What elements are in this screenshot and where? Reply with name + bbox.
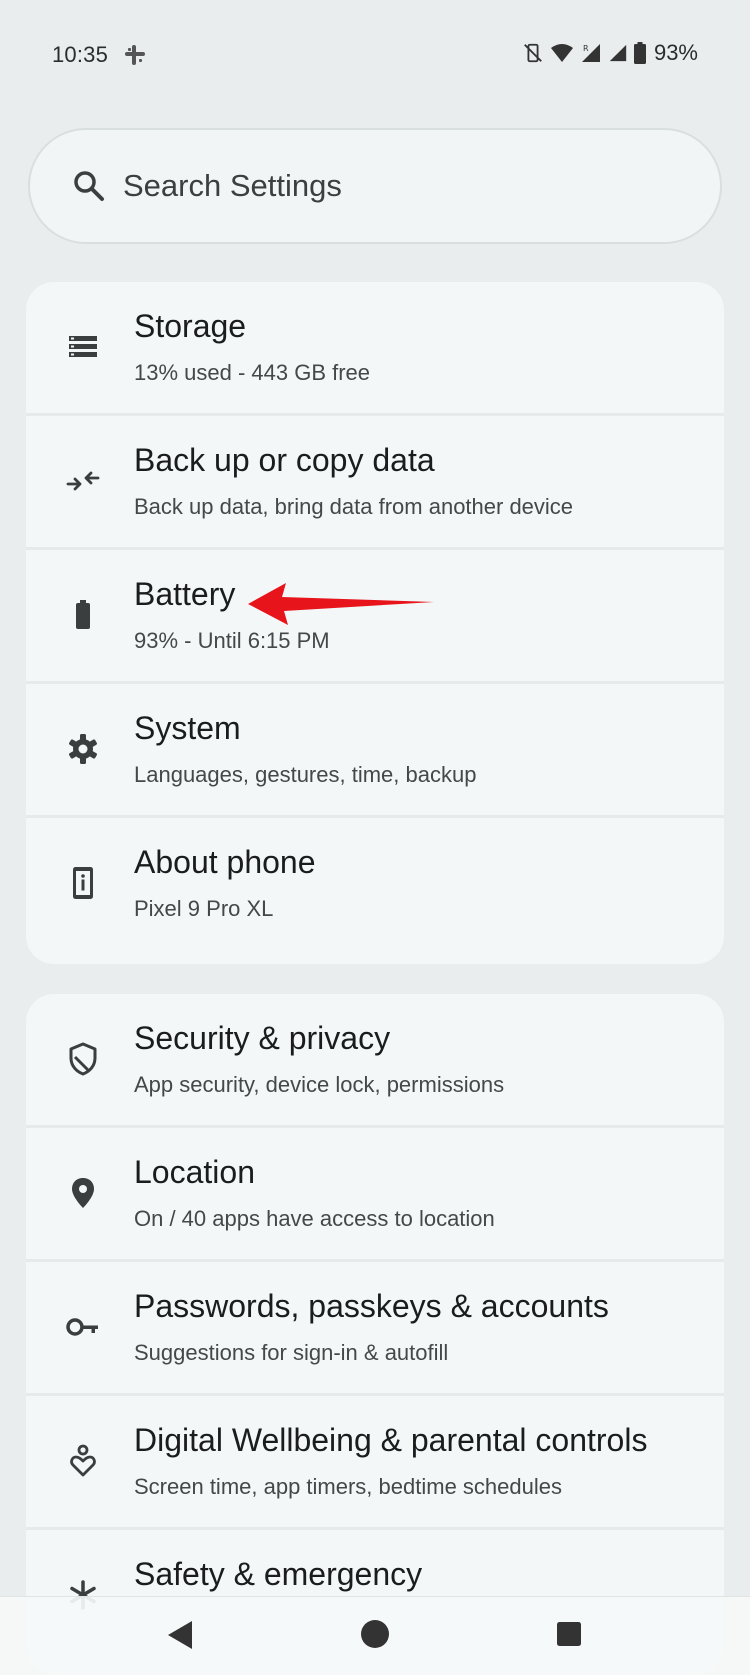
location-subtitle: On / 40 apps have access to location xyxy=(134,1206,495,1231)
annotation-arrow xyxy=(248,583,434,625)
about-phone-subtitle: Pixel 9 Pro XL xyxy=(134,896,274,921)
battery-percent: 93% xyxy=(653,40,698,65)
battery-subtitle: 93% - Until 6:15 PM xyxy=(134,628,330,653)
signal-icon xyxy=(608,43,628,63)
gear-icon xyxy=(64,730,102,768)
settings-item-location[interactable]: Location On / 40 apps have access to loc… xyxy=(26,1128,724,1262)
home-icon[interactable] xyxy=(360,1619,390,1649)
settings-item-about-phone[interactable]: About phone Pixel 9 Pro XL xyxy=(26,818,724,952)
settings-item-backup[interactable]: Back up or copy data Back up data, bring… xyxy=(26,416,724,550)
about-phone-title: About phone xyxy=(134,844,316,880)
wellbeing-subtitle: Screen time, app timers, bedtime schedul… xyxy=(134,1474,562,1499)
backup-title: Back up or copy data xyxy=(134,442,435,478)
passwords-title: Passwords, passkeys & accounts xyxy=(134,1288,609,1324)
recents-icon[interactable] xyxy=(556,1621,582,1647)
settings-item-digital-wellbeing[interactable]: Digital Wellbeing & parental controls Sc… xyxy=(26,1396,724,1530)
settings-item-passwords[interactable]: Passwords, passkeys & accounts Suggestio… xyxy=(26,1262,724,1396)
safety-title: Safety & emergency xyxy=(134,1556,423,1592)
status-bar: 10:35 R 93% xyxy=(0,0,750,110)
system-subtitle: Languages, gestures, time, backup xyxy=(134,762,477,787)
svg-text:R: R xyxy=(583,44,589,53)
search-placeholder[interactable]: Search Settings xyxy=(123,168,342,204)
battery-icon xyxy=(633,42,646,64)
settings-item-security-privacy[interactable]: Security & privacy App security, device … xyxy=(26,994,724,1128)
shield-icon xyxy=(64,1040,102,1078)
settings-group-privacy: Security & privacy App security, device … xyxy=(26,994,724,1674)
backup-transfer-icon xyxy=(64,462,102,500)
search-bar[interactable]: Search Settings xyxy=(28,128,722,244)
system-title: System xyxy=(134,710,241,746)
phone-info-icon xyxy=(64,864,102,902)
navigation-bar xyxy=(0,1596,750,1675)
security-title: Security & privacy xyxy=(134,1020,391,1056)
battery-title: Battery xyxy=(134,576,236,612)
location-title: Location xyxy=(134,1154,255,1190)
storage-subtitle: 13% used - 443 GB free xyxy=(134,360,371,385)
status-time: 10:35 xyxy=(52,42,109,67)
slack-icon xyxy=(124,44,146,66)
backup-subtitle: Back up data, bring data from another de… xyxy=(134,494,574,519)
wellbeing-icon xyxy=(64,1442,102,1480)
settings-item-storage[interactable]: Storage 13% used - 443 GB free xyxy=(26,282,724,416)
location-pin-icon xyxy=(64,1174,102,1212)
back-icon[interactable] xyxy=(166,1619,194,1651)
vibrate-off-icon xyxy=(522,42,544,64)
key-icon xyxy=(64,1308,102,1346)
signal-roaming-icon: R xyxy=(580,42,602,64)
storage-title: Storage xyxy=(134,308,247,344)
search-icon xyxy=(72,169,106,203)
settings-item-system[interactable]: System Languages, gestures, time, backup xyxy=(26,684,724,818)
storage-icon xyxy=(64,328,102,366)
passwords-subtitle: Suggestions for sign-in & autofill xyxy=(134,1340,449,1365)
security-subtitle: App security, device lock, permissions xyxy=(134,1072,505,1097)
wellbeing-title: Digital Wellbeing & parental controls xyxy=(134,1422,648,1458)
wifi-icon xyxy=(550,43,574,63)
status-icons: R 93% xyxy=(522,40,698,66)
battery-icon xyxy=(64,596,102,634)
